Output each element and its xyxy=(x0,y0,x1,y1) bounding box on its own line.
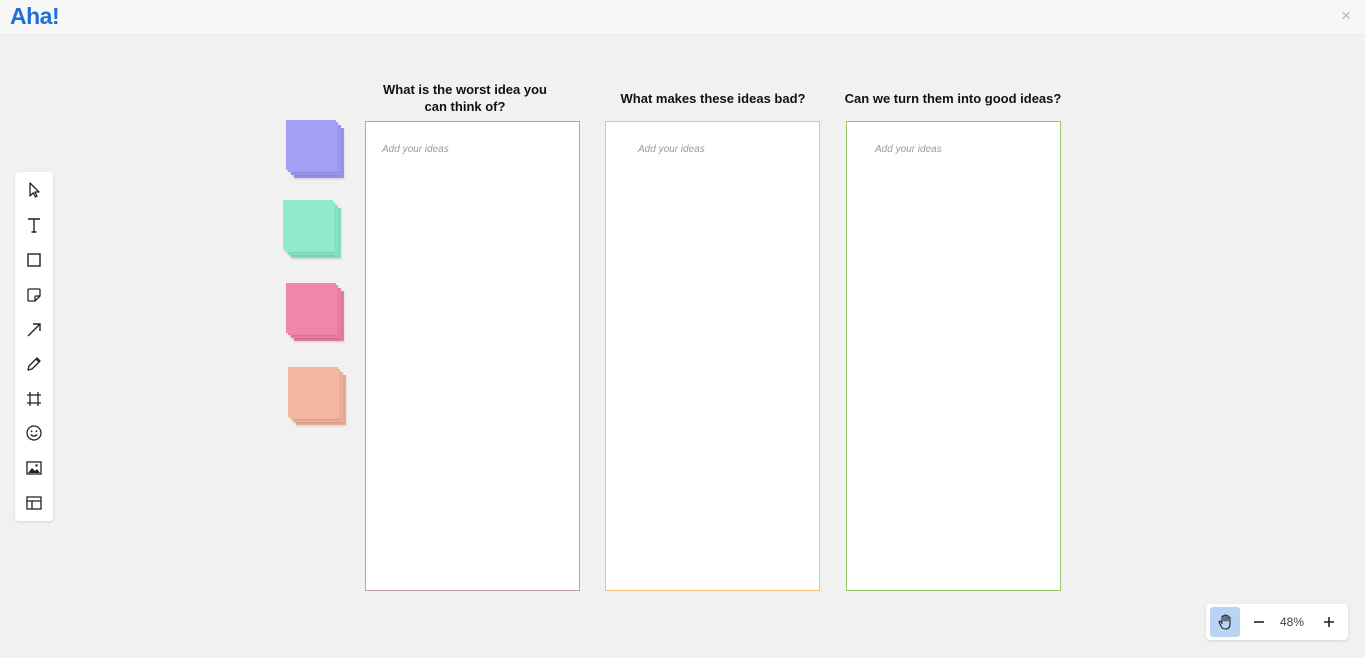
column-title-good-ideas: Can we turn them into good ideas? xyxy=(844,91,1062,106)
column-bad-ideas[interactable]: Add your ideas xyxy=(605,121,820,591)
select-tool-cursor-arrow-icon[interactable] xyxy=(23,179,45,201)
top-bar: Aha! × xyxy=(0,0,1365,35)
image-tool-image-icon[interactable] xyxy=(23,457,45,479)
sticky-sheet xyxy=(288,367,338,417)
zoom-out-button[interactable] xyxy=(1249,612,1269,632)
close-icon[interactable]: × xyxy=(1341,6,1351,26)
column-title-bad-ideas: What makes these ideas bad? xyxy=(620,91,806,106)
column-good-ideas[interactable]: Add your ideas xyxy=(846,121,1061,591)
purple-sticky-stack[interactable] xyxy=(286,120,346,182)
pink-sticky-stack[interactable] xyxy=(286,283,346,345)
sticky-sheet xyxy=(283,200,333,250)
sticky-note-tool-sticky-note-icon[interactable] xyxy=(23,284,45,306)
frame-tool-frame-icon[interactable] xyxy=(23,388,45,410)
pen-tool-pencil-icon[interactable] xyxy=(23,353,45,375)
sticky-sheet xyxy=(286,283,336,333)
emoji-tool-smiley-icon[interactable] xyxy=(23,422,45,444)
column-placeholder: Add your ideas xyxy=(382,144,449,155)
column-placeholder: Add your ideas xyxy=(638,144,705,155)
sticky-sheet xyxy=(286,120,336,170)
aha-logo[interactable]: Aha! xyxy=(10,3,60,30)
zoom-controls: 48% xyxy=(1206,604,1348,640)
zoom-level: 48% xyxy=(1280,615,1305,629)
peach-sticky-stack[interactable] xyxy=(288,367,348,429)
column-placeholder: Add your ideas xyxy=(875,144,942,155)
green-sticky-stack[interactable] xyxy=(283,200,343,262)
text-tool-text-t-icon[interactable] xyxy=(23,214,45,236)
column-title-worst-idea: What is the worst idea you can think of? xyxy=(383,82,547,114)
zoom-in-button[interactable] xyxy=(1319,612,1339,632)
arrow-tool-arrow-diagonal-icon[interactable] xyxy=(23,319,45,341)
tool-palette xyxy=(15,172,53,521)
template-tool-layout-icon[interactable] xyxy=(23,492,45,514)
shape-tool-square-icon[interactable] xyxy=(23,249,45,271)
hand-pan-icon[interactable] xyxy=(1210,607,1240,637)
column-worst-idea[interactable]: Add your ideas xyxy=(365,121,580,591)
